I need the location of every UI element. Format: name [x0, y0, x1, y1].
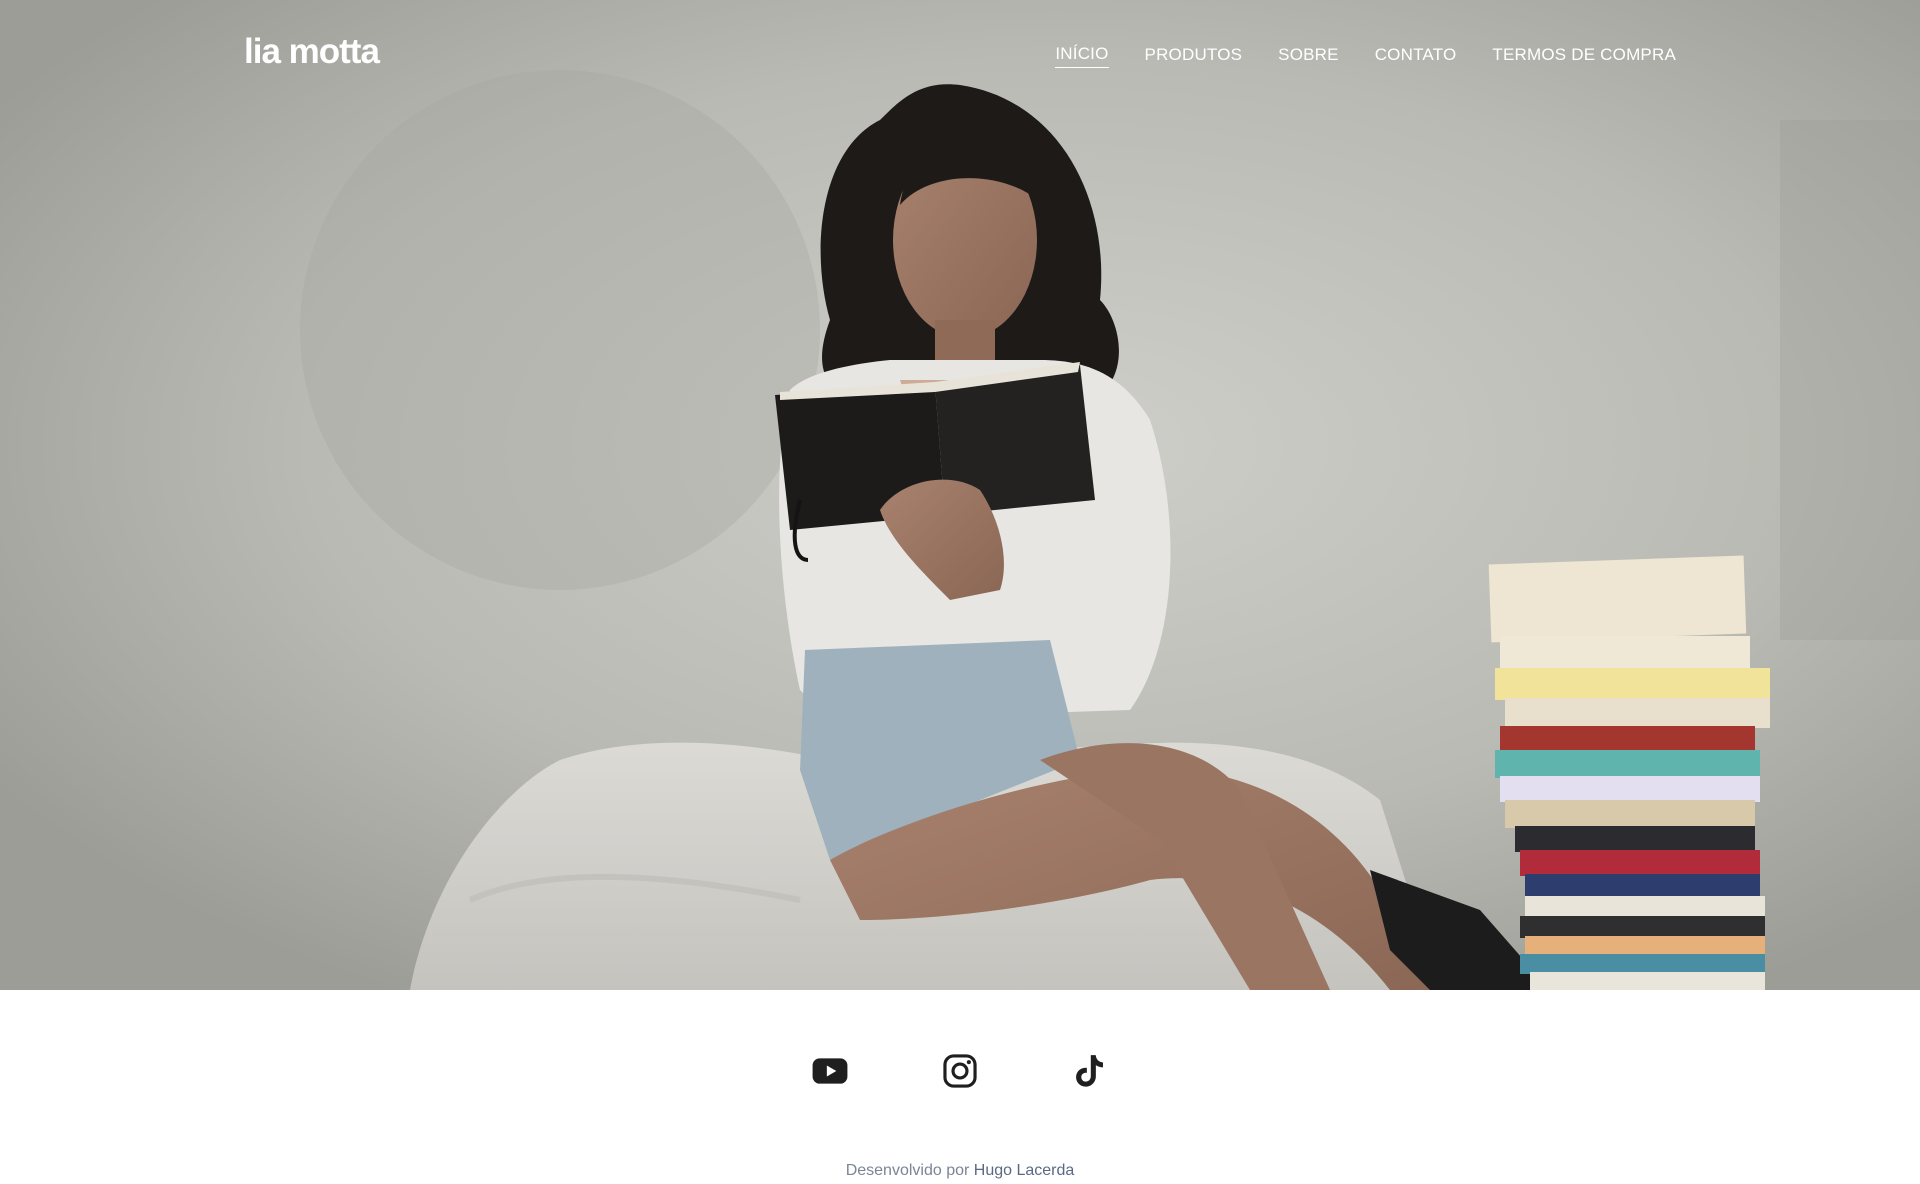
nav-item-sobre[interactable]: SOBRE	[1278, 45, 1339, 68]
footer-credit-prefix: Desenvolvido por	[845, 1162, 974, 1179]
tiktok-link[interactable]	[1071, 1052, 1109, 1090]
footer-author-link[interactable]: Hugo Lacerda	[974, 1162, 1075, 1179]
youtube-icon	[812, 1058, 848, 1084]
youtube-link[interactable]	[811, 1052, 849, 1090]
social-links	[0, 1052, 1920, 1090]
instagram-link[interactable]	[941, 1052, 979, 1090]
site-logo[interactable]: lia motta	[244, 32, 380, 72]
instagram-icon	[943, 1054, 977, 1088]
nav-item-termos-de-compra[interactable]: TERMOS DE COMPRA	[1492, 45, 1676, 68]
nav-item-inicio[interactable]: INÍCIO	[1055, 44, 1109, 68]
tiktok-icon	[1076, 1055, 1103, 1087]
hero-photo	[0, 0, 1920, 990]
hero-section: lia motta INÍCIO PRODUTOS SOBRE CONTATO …	[0, 0, 1920, 990]
nav-item-contato[interactable]: CONTATO	[1375, 45, 1457, 68]
nav-item-produtos[interactable]: PRODUTOS	[1145, 45, 1243, 68]
site-header: lia motta INÍCIO PRODUTOS SOBRE CONTATO …	[0, 0, 1920, 110]
page: lia motta INÍCIO PRODUTOS SOBRE CONTATO …	[0, 0, 1920, 1184]
main-nav: INÍCIO PRODUTOS SOBRE CONTATO TERMOS DE …	[1055, 44, 1676, 68]
site-footer: Desenvolvido por Hugo Lacerda	[0, 1162, 1920, 1180]
